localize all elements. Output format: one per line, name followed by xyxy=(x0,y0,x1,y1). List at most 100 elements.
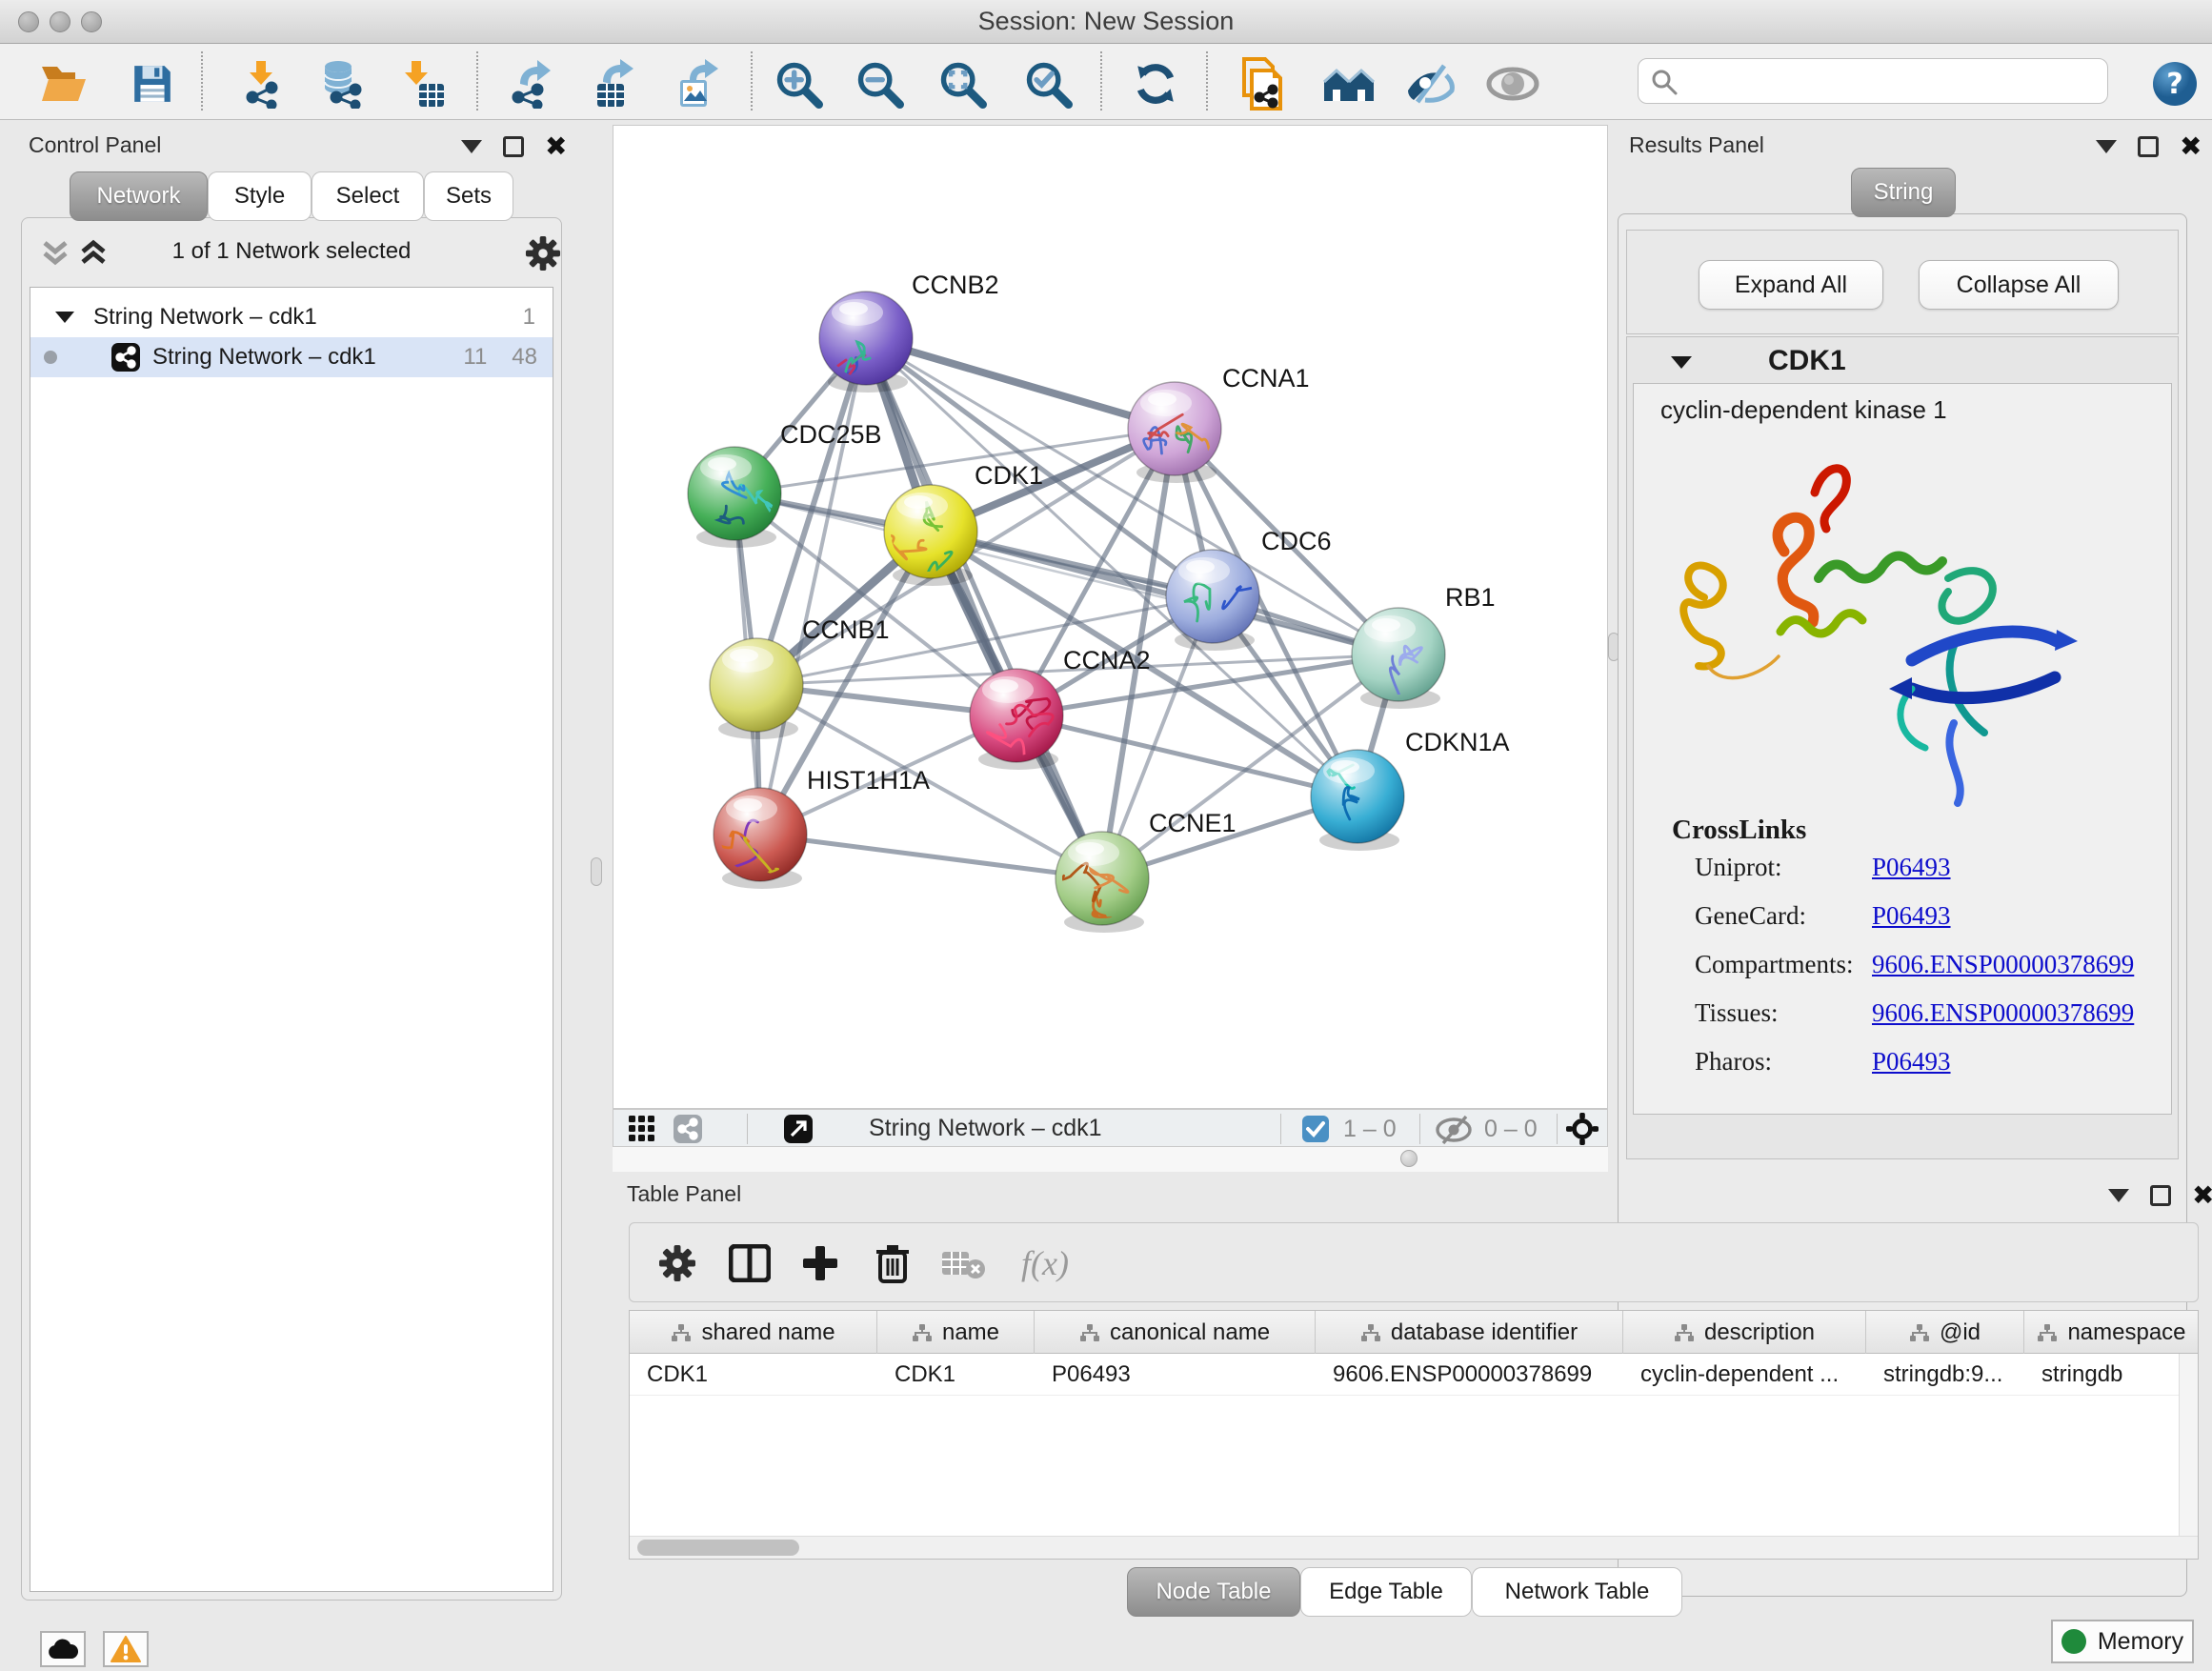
crosshair-move-icon[interactable] xyxy=(1566,1113,1599,1145)
panel-menu-icon[interactable] xyxy=(461,140,482,153)
tab-style[interactable]: Style xyxy=(208,171,312,221)
network-node-CCNE1[interactable] xyxy=(1056,832,1149,933)
network-node-HIST1H1A[interactable] xyxy=(712,788,807,889)
crosslink-link[interactable]: P06493 xyxy=(1872,853,1951,881)
open-folder-icon[interactable] xyxy=(37,57,90,111)
crosslink-link[interactable]: 9606.ENSP00000378699 xyxy=(1872,998,2134,1027)
collapse-all-button[interactable]: Collapse All xyxy=(1919,260,2119,310)
selected-checkbox-icon[interactable] xyxy=(1301,1115,1330,1143)
column-type-icon xyxy=(1079,1323,1100,1342)
panel-menu-icon[interactable] xyxy=(2096,140,2117,153)
network-node-CCNB2[interactable] xyxy=(819,292,913,403)
table-vertical-scrollbar[interactable] xyxy=(2179,1354,2198,1538)
cloud-status-button[interactable] xyxy=(40,1631,86,1667)
table-cell[interactable]: stringdb:9... xyxy=(1866,1354,2024,1396)
add-column-plus-icon[interactable] xyxy=(794,1237,847,1290)
crosslink-link[interactable]: P06493 xyxy=(1872,901,1951,930)
network-edge[interactable] xyxy=(866,338,1175,429)
table-settings-gear-icon[interactable] xyxy=(651,1237,704,1290)
scrollbar-thumb[interactable] xyxy=(637,1540,799,1556)
main-toolbar: ? xyxy=(0,44,2212,120)
column-header-@id[interactable]: @id xyxy=(1866,1311,2024,1354)
zoom-selected-icon[interactable] xyxy=(1021,57,1075,111)
import-database-icon[interactable] xyxy=(313,57,367,111)
share-document-icon[interactable] xyxy=(1237,57,1291,111)
export-table-icon[interactable] xyxy=(588,57,641,111)
network-canvas[interactable]: CCNB2CCNA1CDC25BCDK1CDC6RB1CCNB1CCNA2CDK… xyxy=(613,125,1608,1109)
network-row-selected[interactable]: String Network – cdk1 11 48 xyxy=(30,337,553,377)
protein-structure-image xyxy=(1662,433,2081,807)
crosslink-link[interactable]: 9606.ENSP00000378699 xyxy=(1872,950,2134,978)
left-splitter-handle[interactable] xyxy=(591,857,602,886)
node-table[interactable]: shared namenamecanonical namedatabase id… xyxy=(629,1310,2199,1560)
zoom-out-icon[interactable] xyxy=(853,57,906,111)
network-node-CCNB1[interactable] xyxy=(710,638,803,739)
network-edge[interactable] xyxy=(760,835,1102,878)
table-cell[interactable]: P06493 xyxy=(1035,1354,1316,1396)
zoom-fit-icon[interactable] xyxy=(935,57,989,111)
section-collapse-icon[interactable] xyxy=(1669,352,1694,372)
network-node-CCNA2[interactable] xyxy=(970,669,1063,775)
network-collection-row[interactable]: String Network – cdk1 1 xyxy=(30,297,553,337)
import-table-icon[interactable] xyxy=(395,57,449,111)
network-list-gear-icon[interactable] xyxy=(525,235,561,272)
network-node-RB1[interactable] xyxy=(1352,608,1445,714)
open-in-window-icon[interactable] xyxy=(783,1114,814,1144)
search-input[interactable] xyxy=(1688,61,2098,101)
tree-expander-icon[interactable] xyxy=(53,308,76,327)
tab-edge-table[interactable]: Edge Table xyxy=(1300,1567,1472,1617)
crosslink-link[interactable]: P06493 xyxy=(1872,1047,1951,1076)
column-header-name[interactable]: name xyxy=(877,1311,1035,1354)
help-icon[interactable]: ? xyxy=(2148,57,2202,111)
show-columns-icon[interactable] xyxy=(723,1237,776,1290)
delete-table-icon[interactable] xyxy=(936,1237,990,1290)
network-node-CDC6[interactable] xyxy=(1166,550,1266,651)
close-panel-icon[interactable]: ✖ xyxy=(2192,1185,2212,1206)
hide-selected-eye-icon[interactable] xyxy=(1403,57,1457,111)
table-horizontal-scrollbar[interactable] xyxy=(630,1536,2199,1559)
delete-column-trash-icon[interactable] xyxy=(866,1237,919,1290)
float-panel-icon[interactable] xyxy=(2138,136,2159,157)
birds-eye-grid-icon[interactable] xyxy=(629,1116,655,1142)
column-header-canonical-name[interactable]: canonical name xyxy=(1035,1311,1316,1354)
table-cell[interactable]: stringdb xyxy=(2024,1354,2199,1396)
network-node-CCNA1[interactable] xyxy=(1128,382,1221,483)
first-neighbors-houses-icon[interactable] xyxy=(1322,57,1376,111)
memory-button[interactable]: Memory xyxy=(2051,1620,2194,1663)
panel-drag-handle[interactable] xyxy=(1400,1150,1418,1167)
warning-status-button[interactable] xyxy=(103,1631,149,1667)
tab-string[interactable]: String xyxy=(1851,168,1956,217)
table-cell[interactable]: CDK1 xyxy=(877,1354,1035,1396)
panel-menu-icon[interactable] xyxy=(2108,1189,2129,1202)
tab-network-table[interactable]: Network Table xyxy=(1472,1567,1682,1617)
table-row[interactable]: CDK1CDK1P064939606.ENSP00000378699cyclin… xyxy=(630,1354,2199,1396)
float-panel-icon[interactable] xyxy=(503,136,524,157)
column-header-database-identifier[interactable]: database identifier xyxy=(1316,1311,1623,1354)
import-network-icon[interactable] xyxy=(237,57,291,111)
show-eye-icon[interactable] xyxy=(1486,57,1539,111)
column-header-shared-name[interactable]: shared name xyxy=(630,1311,877,1354)
save-session-icon[interactable] xyxy=(126,57,179,111)
table-cell[interactable]: CDK1 xyxy=(630,1354,877,1396)
tab-select[interactable]: Select xyxy=(312,171,424,221)
expand-all-button[interactable]: Expand All xyxy=(1699,260,1883,310)
zoom-in-icon[interactable] xyxy=(772,57,825,111)
network-edge[interactable] xyxy=(866,338,1102,878)
table-cell[interactable]: 9606.ENSP00000378699 xyxy=(1316,1354,1623,1396)
close-panel-icon[interactable]: ✖ xyxy=(545,136,567,157)
network-share-tile-icon[interactable] xyxy=(673,1114,703,1144)
refresh-icon[interactable] xyxy=(1129,57,1182,111)
export-network-icon[interactable] xyxy=(505,57,558,111)
network-node-CDC25B[interactable] xyxy=(688,447,781,548)
column-header-namespace[interactable]: namespace xyxy=(2024,1311,2199,1354)
tab-network[interactable]: Network xyxy=(70,171,208,221)
close-panel-icon[interactable]: ✖ xyxy=(2180,136,2202,157)
float-panel-icon[interactable] xyxy=(2150,1185,2171,1206)
table-cell[interactable]: cyclin-dependent ... xyxy=(1623,1354,1866,1396)
function-builder-icon[interactable]: f(x) xyxy=(1007,1237,1083,1290)
export-image-icon[interactable] xyxy=(671,57,724,111)
network-node-CDKN1A[interactable] xyxy=(1311,750,1404,851)
tab-node-table[interactable]: Node Table xyxy=(1127,1567,1300,1617)
column-header-description[interactable]: description xyxy=(1623,1311,1866,1354)
tab-sets[interactable]: Sets xyxy=(424,171,513,221)
